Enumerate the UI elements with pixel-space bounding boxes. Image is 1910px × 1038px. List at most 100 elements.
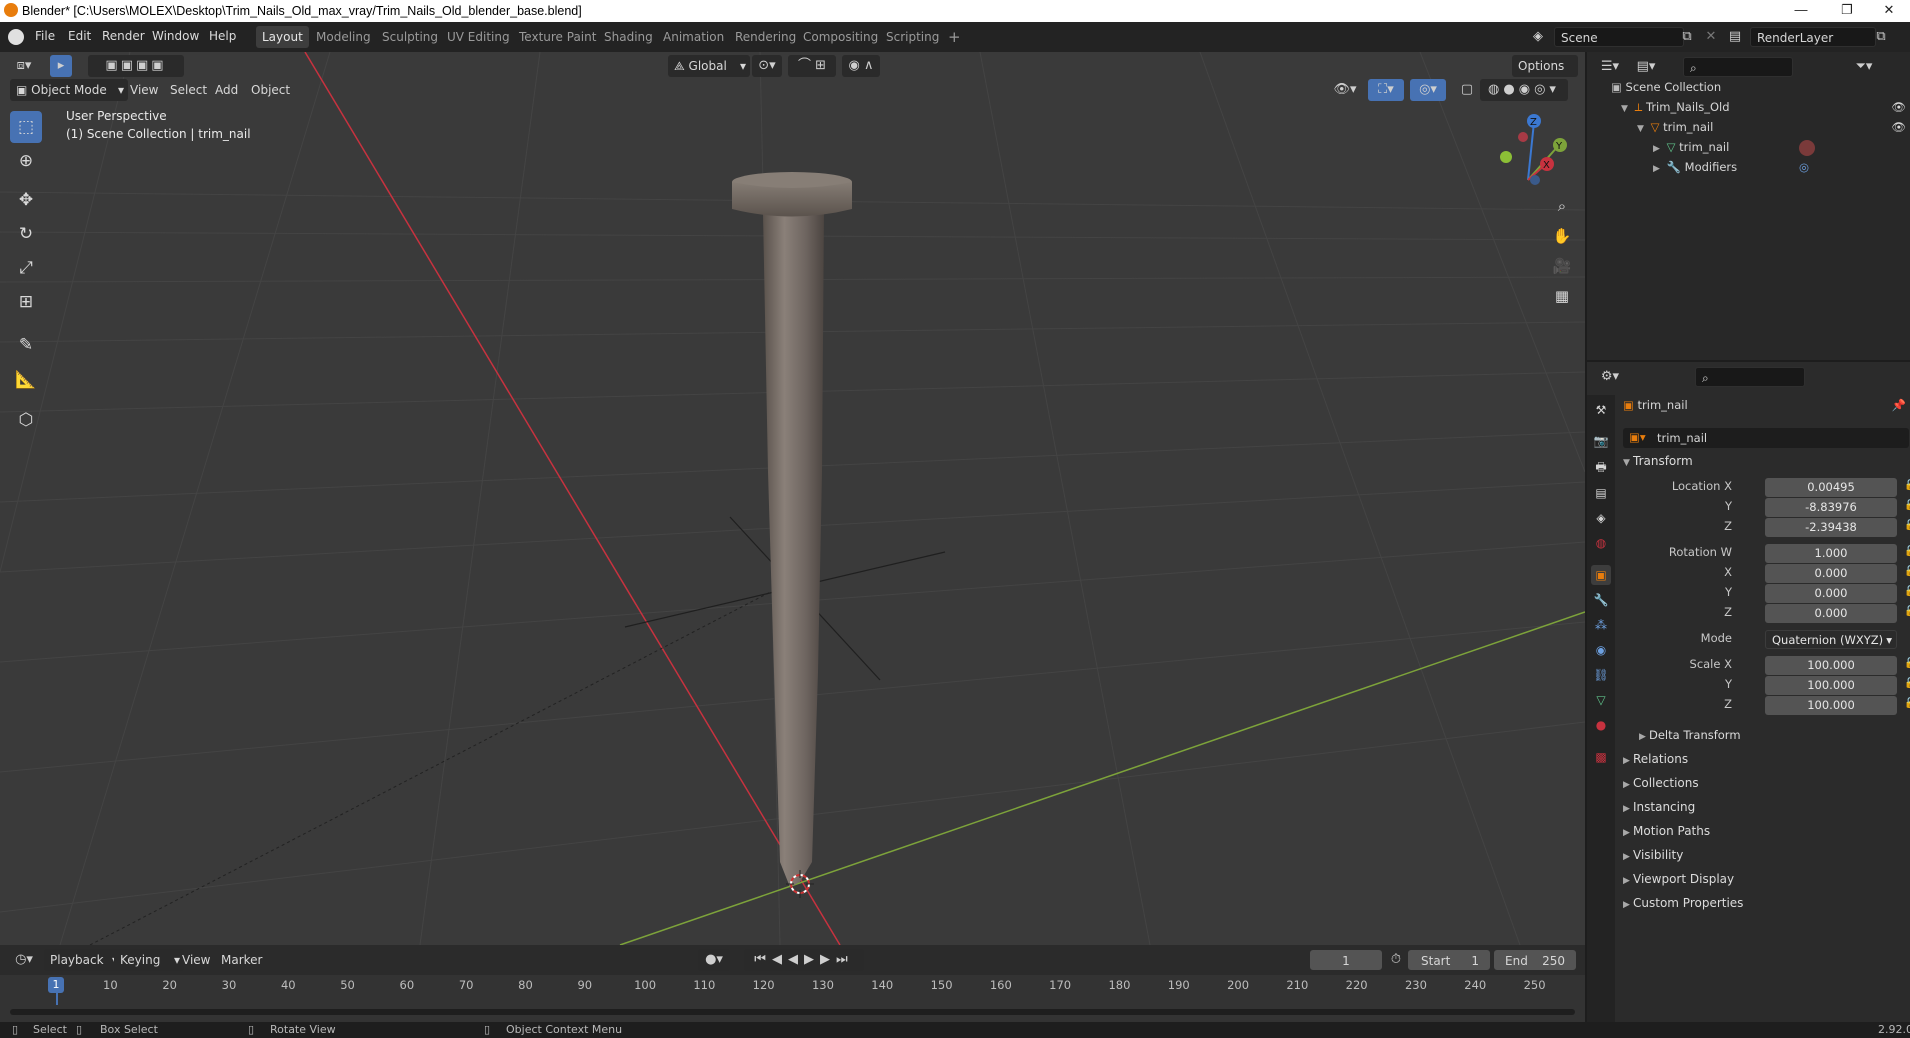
3d-viewport[interactable]: Z Y X ⧈▾ ▸ ▣▣▣▣ ⟁ Global ▾ ⊙▾ ⌒ ⊞ ◉ ∧ Opt… bbox=[0, 52, 1585, 945]
lock-icon[interactable]: 🔓 bbox=[1904, 566, 1910, 577]
rotation-mode-dropdown[interactable]: Quaternion (WXYZ) ▾ bbox=[1765, 630, 1897, 649]
scene-name-field[interactable]: Scene bbox=[1554, 27, 1684, 47]
preview-range-icon[interactable]: ⏱ bbox=[1385, 949, 1407, 971]
perspective-toggle-icon[interactable]: ▦ bbox=[1549, 283, 1575, 309]
view-layer-icon[interactable]: ▤ bbox=[1724, 26, 1746, 48]
output-tab-icon[interactable]: 🖶 bbox=[1591, 457, 1611, 477]
outliner-item[interactable]: ▼ ⟂ Trim_Nails_Old 👁 bbox=[1621, 100, 1906, 115]
blender-menu-icon[interactable] bbox=[8, 29, 24, 45]
proportional-editing-icon[interactable]: ◉ ∧ bbox=[842, 55, 880, 77]
shading-mode-icons[interactable]: ◍●◉◎▾ bbox=[1480, 79, 1568, 101]
object-datablock-field[interactable]: ▣▾ trim_nail bbox=[1623, 428, 1909, 448]
scene-selector-icon[interactable]: ◈ bbox=[1527, 26, 1549, 48]
tab-scripting[interactable]: Scripting bbox=[880, 26, 945, 48]
location-z-field[interactable]: -2.39438 bbox=[1765, 518, 1897, 537]
menu-view[interactable]: View bbox=[124, 79, 164, 101]
add-workspace-button[interactable]: + bbox=[942, 26, 967, 48]
modifier-tab-icon[interactable]: 🔧 bbox=[1591, 590, 1611, 610]
lock-icon[interactable]: 🔓 bbox=[1904, 480, 1910, 491]
tab-rendering[interactable]: Rendering bbox=[729, 26, 802, 48]
select-tool-icon[interactable]: ▸ bbox=[50, 55, 72, 77]
restore-button[interactable]: ❐ bbox=[1824, 0, 1870, 22]
outliner-item[interactable]: ▶ ▽ trim_nail bbox=[1653, 140, 1883, 156]
current-frame-field[interactable]: 1 bbox=[1310, 950, 1382, 970]
pin-icon[interactable]: 📌 bbox=[1892, 398, 1906, 412]
scale-y-field[interactable]: 100.000 bbox=[1765, 676, 1897, 695]
gizmo-neg-x-icon[interactable] bbox=[1518, 132, 1528, 142]
menu-file[interactable]: File bbox=[35, 29, 55, 43]
menu-edit[interactable]: Edit bbox=[68, 29, 91, 43]
tab-sculpting[interactable]: Sculpting bbox=[376, 26, 444, 48]
measure-tool-icon[interactable]: 📐 bbox=[10, 364, 42, 396]
rotation-x-field[interactable]: 0.000 bbox=[1765, 564, 1897, 583]
rotate-tool-icon[interactable]: ↻ bbox=[10, 218, 42, 250]
properties-editor[interactable]: ⚙▾ ⌕ ⚒ 📷 🖶 ▤ ◈ ◍ ▣ 🔧 ⁂ ◉ ⛓ ▽ ● ▩ ▣ trim_… bbox=[1587, 362, 1910, 1022]
render-layer-field[interactable]: RenderLayer bbox=[1750, 27, 1876, 47]
zoom-icon[interactable]: ⌕ bbox=[1549, 193, 1575, 219]
transform-orientation-dropdown[interactable]: ⟁ Global ▾ bbox=[668, 55, 750, 77]
menu-render[interactable]: Render bbox=[102, 29, 145, 43]
render-tab-icon[interactable]: 📷 bbox=[1591, 431, 1611, 451]
lock-icon[interactable]: 🔓 bbox=[1904, 698, 1910, 709]
object-mode-dropdown[interactable]: ▣ Object Mode ▾ bbox=[10, 79, 128, 101]
outliner-editor[interactable]: ☰▾ ▤▾ ⌕ ⏷▾ ▣ Scene Collection ▼ ⟂ Trim_N… bbox=[1587, 52, 1910, 360]
rotation-w-field[interactable]: 1.000 bbox=[1765, 544, 1897, 563]
viewport-display-panel[interactable]: ▶ Viewport Display bbox=[1623, 872, 1734, 886]
properties-editor-type-icon[interactable]: ⚙▾ bbox=[1595, 366, 1625, 388]
lock-icon[interactable]: 🔓 bbox=[1904, 586, 1910, 597]
timeline-editor-type-icon[interactable]: ◷▾ bbox=[10, 949, 38, 971]
add-cube-tool-icon[interactable]: ⬡ bbox=[10, 404, 42, 436]
gizmo-toggle-icon[interactable]: ⛶▾ bbox=[1368, 79, 1404, 101]
modifier-icon[interactable]: ◎ bbox=[1799, 160, 1809, 174]
expand-arrow-icon[interactable]: ▶ bbox=[1653, 164, 1663, 174]
timeline-editor[interactable]: ◷▾ Playback▾ Keying▾ View Marker ●▾ ⏮◀◀▶… bbox=[0, 945, 1585, 1022]
constraints-tab-icon[interactable]: ⛓ bbox=[1591, 665, 1611, 685]
outliner-item[interactable]: ▶ 🔧 Modifiers ◎ bbox=[1653, 160, 1883, 174]
tab-uv-editing[interactable]: UV Editing bbox=[441, 26, 516, 48]
tool-tab-icon[interactable]: ⚒ bbox=[1591, 400, 1611, 420]
location-y-field[interactable]: -8.83976 bbox=[1765, 498, 1897, 517]
tab-shading[interactable]: Shading bbox=[598, 26, 659, 48]
delta-transform-subpanel[interactable]: ▶ Delta Transform bbox=[1639, 728, 1741, 742]
tab-modeling[interactable]: Modeling bbox=[310, 26, 377, 48]
transform-tool-icon[interactable]: ⊞ bbox=[10, 286, 42, 318]
new-scene-icon[interactable]: ⧉ bbox=[1676, 26, 1698, 48]
pan-hand-icon[interactable]: ✋ bbox=[1549, 223, 1575, 249]
texture-tab-icon[interactable]: ▩ bbox=[1591, 747, 1611, 767]
custom-properties-panel[interactable]: ▶ Custom Properties bbox=[1623, 896, 1743, 910]
snap-icon[interactable]: ⌒ ⊞ bbox=[788, 55, 836, 77]
expand-arrow-icon[interactable]: ▼ bbox=[1621, 104, 1631, 114]
scale-z-field[interactable]: 100.000 bbox=[1765, 696, 1897, 715]
rotation-y-field[interactable]: 0.000 bbox=[1765, 584, 1897, 603]
gizmo-neg-z-icon[interactable] bbox=[1530, 175, 1540, 185]
editor-type-icon[interactable]: ⧈▾ bbox=[10, 55, 38, 77]
start-frame-field[interactable]: Start 1 bbox=[1408, 950, 1490, 970]
location-x-field[interactable]: 0.00495 bbox=[1765, 478, 1897, 497]
menu-select[interactable]: Select bbox=[164, 79, 213, 101]
menu-object[interactable]: Object bbox=[245, 79, 296, 101]
eye-visibility-icon[interactable]: 👁 bbox=[1891, 120, 1906, 134]
navigation-gizmo[interactable]: Z Y X bbox=[1500, 114, 1567, 185]
collections-panel[interactable]: ▶ Collections bbox=[1623, 776, 1699, 790]
expand-arrow-icon[interactable]: ▶ bbox=[1653, 144, 1663, 154]
transform-panel-header[interactable]: ▼ Transform bbox=[1623, 454, 1693, 468]
lock-icon[interactable]: 🔓 bbox=[1904, 658, 1910, 669]
tab-layout[interactable]: Layout bbox=[256, 26, 309, 48]
timeline-menu-marker[interactable]: Marker bbox=[215, 949, 268, 971]
instancing-panel[interactable]: ▶ Instancing bbox=[1623, 800, 1695, 814]
playback-controls[interactable]: ⏮◀◀▶▶⏭ bbox=[744, 949, 864, 971]
particles-tab-icon[interactable]: ⁂ bbox=[1591, 615, 1611, 635]
end-frame-field[interactable]: End 250 bbox=[1494, 950, 1576, 970]
close-button[interactable]: ✕ bbox=[1866, 0, 1910, 22]
cursor-tool-icon[interactable]: ⊕ bbox=[10, 145, 42, 177]
lock-icon[interactable]: 🔓 bbox=[1904, 520, 1910, 531]
lock-icon[interactable]: 🔓 bbox=[1904, 606, 1910, 617]
outliner-editor-type-icon[interactable]: ☰▾ bbox=[1595, 56, 1625, 78]
physics-tab-icon[interactable]: ◉ bbox=[1591, 640, 1611, 660]
outliner-search-input[interactable]: ⌕ bbox=[1683, 57, 1793, 77]
display-mode-icon[interactable]: ▤▾ bbox=[1631, 56, 1661, 78]
playback-dropdown[interactable]: Playback▾ bbox=[44, 949, 122, 971]
scale-x-field[interactable]: 100.000 bbox=[1765, 656, 1897, 675]
rotation-z-field[interactable]: 0.000 bbox=[1765, 604, 1897, 623]
timeline-ruler[interactable]: 10 20 30 40 50 60 70 80 90 100 110 120 130 140 150 160 1… bbox=[0, 975, 1585, 1022]
